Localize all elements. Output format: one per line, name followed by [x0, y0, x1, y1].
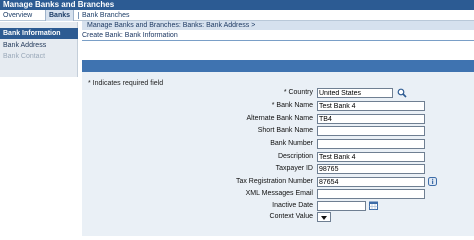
- bank-number-field[interactable]: [317, 139, 425, 149]
- tab-overview[interactable]: Overview: [0, 10, 46, 21]
- tab-bank-branches[interactable]: Bank Branches: [79, 10, 149, 21]
- tab-bar: Overview Banks Bank Branches: [0, 10, 474, 21]
- breadcrumb-bar: Manage Banks and Branches: Banks: Bank A…: [82, 21, 474, 30]
- bank-number-label: Bank Number: [270, 140, 313, 147]
- info-tip-icon[interactable]: [428, 177, 437, 186]
- context-value-select[interactable]: [317, 212, 331, 222]
- short-bank-name-field[interactable]: [317, 126, 425, 136]
- alternate-bank-name-field[interactable]: [317, 114, 425, 124]
- search-flashlight-icon[interactable]: [397, 88, 407, 98]
- alternate-bank-name-label: Alternate Bank Name: [246, 115, 313, 122]
- page-title: Create Bank: Bank Information: [82, 31, 474, 41]
- taxpayer-id-field[interactable]: [317, 164, 425, 174]
- app-header: Manage Banks and Branches: [0, 0, 474, 10]
- app-title: Manage Banks and Branches: [3, 0, 115, 9]
- breadcrumb[interactable]: Manage Banks and Branches: Banks: Bank A…: [87, 21, 255, 30]
- short-bank-name-label: Short Bank Name: [257, 127, 313, 134]
- tax-registration-number-label: Tax Registration Number: [235, 178, 313, 185]
- country-field[interactable]: [317, 88, 393, 98]
- side-nav-header: Bank Information: [0, 28, 78, 39]
- context-value-label: Context Value: [269, 213, 313, 220]
- spacer-band: [82, 42, 474, 60]
- side-nav-item-bank-address[interactable]: Bank Address: [3, 41, 46, 51]
- bank-name-field[interactable]: [317, 101, 425, 111]
- description-field[interactable]: [317, 152, 425, 162]
- side-nav: Bank Information Bank Address Bank Conta…: [0, 22, 78, 77]
- tax-registration-number-field[interactable]: [317, 177, 425, 187]
- taxpayer-id-label: Taxpayer ID: [275, 165, 313, 172]
- side-nav-item-bank-contact: Bank Contact: [3, 53, 46, 60]
- xml-messages-email-label: XML Messages Email: [245, 190, 313, 197]
- tab-banks[interactable]: Banks: [45, 10, 74, 21]
- inactive-date-label: Inactive Date: [272, 202, 313, 209]
- inactive-date-field[interactable]: [317, 201, 366, 211]
- description-label: Description: [277, 153, 313, 160]
- xml-messages-email-field[interactable]: [317, 189, 425, 199]
- calendar-icon[interactable]: [369, 201, 378, 210]
- action-bar: [82, 60, 474, 72]
- required-field-note: * Indicates required field: [88, 80, 164, 87]
- country-label: * Country: [283, 89, 313, 96]
- chevron-down-icon: [321, 216, 327, 220]
- bank-name-label: * Bank Name: [271, 102, 313, 109]
